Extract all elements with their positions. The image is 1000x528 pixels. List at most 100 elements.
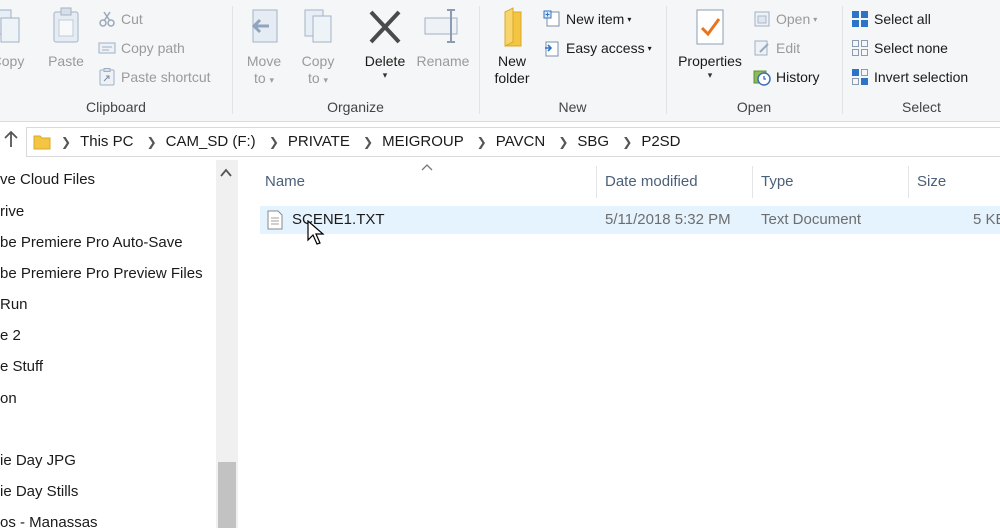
new-item-label: New item	[566, 11, 625, 27]
chevron-up-icon[interactable]	[220, 168, 232, 181]
select-all-icon	[851, 10, 869, 28]
up-arrow-icon[interactable]	[0, 130, 22, 152]
nav-item[interactable]: e 2	[0, 322, 21, 350]
paste-label: Paste	[48, 53, 84, 69]
new-item-button[interactable]: New item ▾	[543, 8, 631, 30]
copy-path-icon	[98, 39, 116, 57]
nav-scrollbar[interactable]	[216, 160, 238, 528]
select-none-label: Select none	[874, 40, 948, 56]
paste-shortcut-button[interactable]: Paste shortcut	[98, 66, 211, 88]
chevron-down-icon: ▾	[707, 70, 713, 80]
invert-selection-button[interactable]: Invert selection	[851, 66, 968, 88]
table-row[interactable]: SCENE1.TXT 5/11/2018 5:32 PM Text Docume…	[260, 206, 1000, 234]
chevron-down-icon: ▾	[269, 75, 275, 85]
nav-item[interactable]: e Stuff	[0, 353, 43, 381]
select-none-button[interactable]: Select none	[851, 37, 948, 59]
breadcrumb-pavcn[interactable]: PAVCN	[496, 133, 545, 150]
text-file-icon	[267, 210, 283, 230]
new-group: New folder New item ▾ Easy access ▾ New	[480, 0, 665, 122]
address-bar: ❯ This PC ❯ CAM_SD (F:) ❯ PRIVATE ❯ MEIGROUP…	[0, 122, 1000, 160]
paste-button[interactable]: Paste	[44, 6, 88, 70]
open-button[interactable]: Open ▾	[753, 8, 817, 30]
column-header-size[interactable]: Size	[917, 170, 946, 194]
select-group-label: Select	[902, 99, 941, 115]
rename-button[interactable]: Rename	[413, 6, 473, 70]
copy-button[interactable]: Copy	[0, 6, 30, 70]
copy-path-label: Copy path	[121, 40, 185, 56]
open-group-label: Open	[736, 99, 772, 115]
delete-button[interactable]: Delete ▾	[357, 6, 413, 80]
copy-to-button[interactable]: Copy to ▾	[295, 6, 341, 87]
clipboard-group-label: Clipboard	[86, 99, 146, 115]
nav-item[interactable]: Run	[0, 291, 28, 319]
paste-shortcut-label: Paste shortcut	[121, 69, 211, 85]
chevron-right-icon: ❯	[558, 135, 569, 149]
nav-item[interactable]: be Premiere Pro Preview Files	[0, 260, 203, 288]
nav-item[interactable]: ie Day Stills	[0, 478, 78, 506]
history-button[interactable]: History	[753, 66, 820, 88]
chevron-right-icon: ❯	[146, 135, 157, 149]
new-folder-button[interactable]: New folder	[488, 6, 536, 87]
delete-label: Delete	[364, 53, 406, 69]
open-label: Open	[776, 11, 811, 27]
scrollbar-thumb[interactable]	[218, 462, 236, 528]
file-name[interactable]: SCENE1.TXT	[292, 206, 385, 234]
column-divider[interactable]	[752, 166, 753, 198]
chevron-down-icon: ▾	[647, 44, 652, 54]
invert-selection-label: Invert selection	[874, 69, 969, 85]
move-to-label-2: to	[253, 70, 266, 86]
nav-item[interactable]: os - Manassas	[0, 509, 98, 528]
column-header-name[interactable]: Name	[265, 170, 305, 194]
navigation-pane: ve Cloud Files rive be Premiere Pro Auto…	[0, 160, 238, 528]
edit-button[interactable]: Edit	[753, 37, 800, 59]
nav-item[interactable]: ve Cloud Files	[0, 166, 95, 194]
easy-access-icon	[543, 39, 561, 57]
copy-to-label-1: Copy	[301, 53, 335, 69]
ribbon: Copy Paste Cut Copy path Paste shortcut …	[0, 0, 1000, 122]
history-label: History	[776, 69, 820, 85]
edit-icon	[753, 39, 771, 57]
column-header-type[interactable]: Type	[761, 170, 794, 194]
rename-label: Rename	[416, 53, 470, 69]
easy-access-label: Easy access	[566, 40, 645, 56]
file-list: Name Date modified Type Size SCENE1.TXT …	[238, 160, 1000, 528]
copy-label: Copy	[0, 53, 25, 69]
paste-shortcut-icon	[98, 68, 116, 86]
chevron-down-icon: ▾	[627, 15, 632, 25]
column-divider[interactable]	[596, 166, 597, 198]
breadcrumb-this-pc[interactable]: This PC	[80, 133, 133, 150]
nav-item[interactable]: be Premiere Pro Auto-Save	[0, 229, 183, 257]
file-date-modified: 5/11/2018 5:32 PM	[605, 211, 731, 228]
organize-group-label: Organize	[327, 99, 384, 115]
edit-label: Edit	[776, 40, 801, 56]
move-to-button[interactable]: Move to ▾	[241, 6, 287, 87]
easy-access-button[interactable]: Easy access ▾	[543, 37, 652, 59]
breadcrumb-sbg[interactable]: SBG	[577, 133, 609, 150]
column-header-date-modified[interactable]: Date modified	[605, 170, 698, 194]
copy-to-icon	[301, 6, 335, 48]
invert-selection-icon	[851, 68, 869, 86]
nav-item[interactable]: on	[0, 385, 17, 413]
address-box[interactable]: ❯ This PC ❯ CAM_SD (F:) ❯ PRIVATE ❯ MEIGROUP…	[26, 127, 1000, 157]
breadcrumb-private[interactable]: PRIVATE	[288, 133, 350, 150]
history-icon	[753, 68, 771, 87]
copy-path-button[interactable]: Copy path	[98, 37, 185, 59]
open-icon	[753, 10, 771, 28]
organize-group: Move to ▾ Copy to ▾ Delete ▾ Rename Orga…	[233, 0, 478, 122]
cut-button[interactable]: Cut	[98, 8, 143, 30]
chevron-right-icon: ❯	[622, 135, 633, 149]
column-divider[interactable]	[908, 166, 909, 198]
cut-label: Cut	[121, 11, 143, 27]
breadcrumb-p2sd[interactable]: P2SD	[641, 133, 680, 150]
nav-item[interactable]: ie Day JPG	[0, 447, 76, 475]
nav-item[interactable]: rive	[0, 198, 24, 226]
rename-icon	[423, 6, 463, 48]
properties-button[interactable]: Properties ▾	[675, 6, 745, 80]
breadcrumb-cam-sd[interactable]: CAM_SD (F:)	[166, 133, 256, 150]
select-all-button[interactable]: Select all	[851, 8, 931, 30]
folder-icon	[495, 6, 529, 48]
file-type: Text Document	[761, 211, 862, 228]
new-folder-label-1: New	[497, 53, 526, 69]
new-item-icon	[543, 10, 561, 28]
breadcrumb-meigroup[interactable]: MEIGROUP	[382, 133, 463, 150]
